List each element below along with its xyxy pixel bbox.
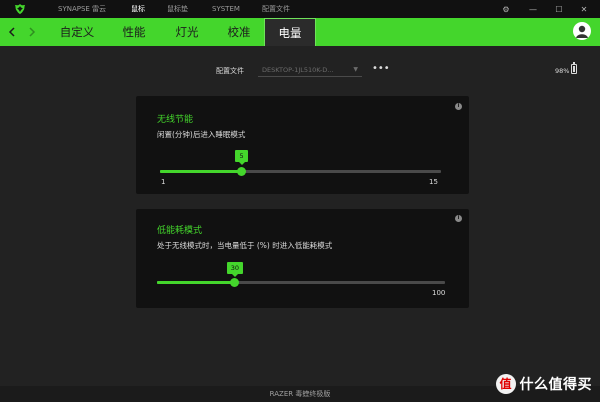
slider-max-label: 100: [432, 289, 446, 297]
tab-calibration[interactable]: 校准: [217, 18, 261, 46]
slider-handle[interactable]: [230, 278, 240, 287]
slider-fill: [160, 170, 242, 173]
info-icon[interactable]: i: [455, 215, 462, 222]
slider-handle[interactable]: [236, 167, 246, 176]
user-icon: [576, 25, 588, 38]
watermark-text: 什么值得买: [519, 377, 592, 393]
profile-dropdown-value: DESKTOP-1JL510K-D...: [262, 66, 334, 74]
topnav-mouse[interactable]: 鼠标: [131, 0, 145, 18]
topnav-profiles[interactable]: 配置文件: [262, 0, 290, 18]
tab-performance[interactable]: 性能: [112, 18, 156, 46]
device-tab-bar: 自定义 性能 灯光 校准 电量: [0, 18, 600, 46]
slider-fill: [157, 281, 235, 284]
battery-icon: [571, 62, 577, 74]
tab-customize[interactable]: 自定义: [52, 18, 102, 46]
slider-min-label: 1: [161, 178, 166, 186]
tab-lighting[interactable]: 灯光: [165, 18, 209, 46]
topnav-system[interactable]: SYSTEM: [212, 0, 240, 18]
slider-value-tooltip: 30: [226, 262, 244, 277]
minimize-button[interactable]: —: [524, 0, 542, 18]
card-title: 低能耗模式: [157, 226, 203, 236]
topnav-mousepad[interactable]: 鼠标垫: [167, 0, 188, 18]
card-description: 闲置(分钟)后进入睡眠模式: [157, 130, 246, 139]
forward-arrow-icon[interactable]: [24, 18, 40, 46]
close-button[interactable]: ✕: [575, 0, 593, 18]
profile-dropdown[interactable]: DESKTOP-1JL510K-D... ▼: [258, 63, 362, 77]
battery-percent: 98%: [555, 67, 570, 75]
slider-max-label: 15: [429, 178, 438, 186]
topnav-synapse[interactable]: SYNAPSE 雷云: [58, 0, 106, 18]
card-description: 处于无线模式时，当电量低于 (%) 时进入低能耗模式: [157, 241, 333, 250]
wireless-power-saving-card: 无线节能 闲置(分钟)后进入睡眠模式 i 5 1 15: [136, 96, 469, 194]
low-power-mode-card: 低能耗模式 处于无线模式时，当电量低于 (%) 时进入低能耗模式 i 30 10…: [136, 209, 469, 308]
watermark-badge: 值: [495, 374, 516, 394]
settings-icon[interactable]: ⚙: [497, 0, 515, 18]
user-avatar[interactable]: [573, 22, 591, 40]
profile-label: 配置文件: [216, 67, 244, 75]
razer-logo-icon: [15, 4, 25, 14]
profile-more-button[interactable]: •••: [372, 64, 390, 74]
title-bar: SYNAPSE 雷云 鼠标 鼠标垫 SYSTEM 配置文件 ⚙ — ☐ ✕: [0, 0, 600, 18]
back-arrow-icon[interactable]: [4, 18, 20, 46]
maximize-button[interactable]: ☐: [550, 0, 568, 18]
card-title: 无线节能: [157, 115, 194, 125]
slider-value-tooltip: 5: [235, 150, 248, 165]
tab-power[interactable]: 电量: [264, 18, 316, 46]
chevron-down-icon: ▼: [353, 66, 358, 73]
info-icon[interactable]: i: [455, 103, 462, 110]
watermark: 值 什么值得买: [495, 374, 593, 394]
